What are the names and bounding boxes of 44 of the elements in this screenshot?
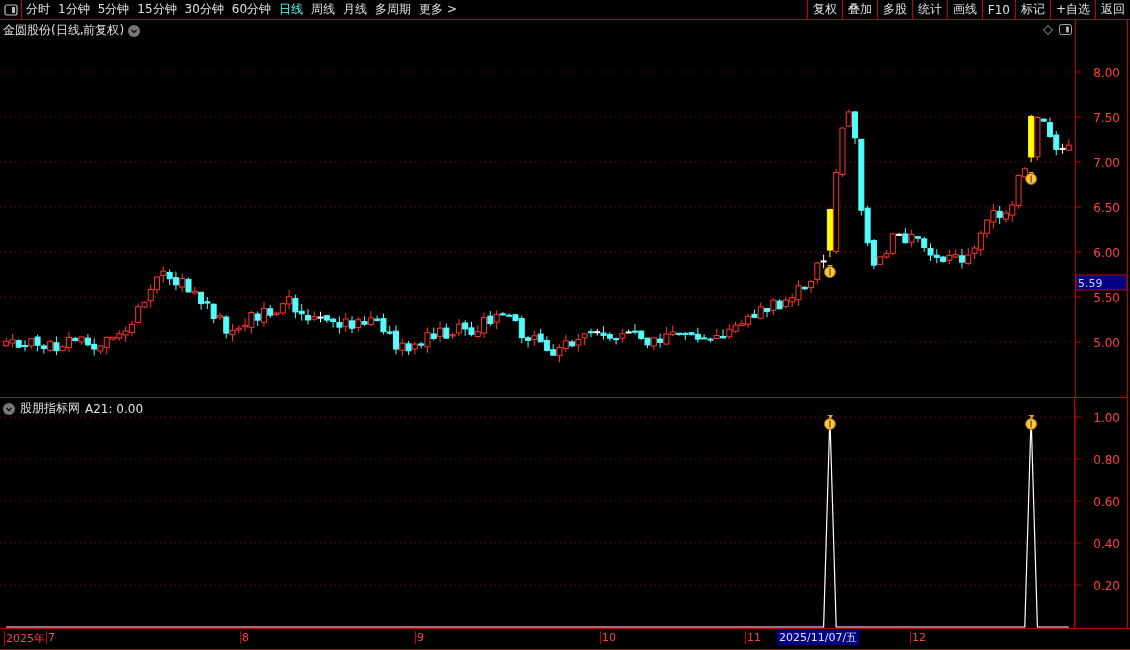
dropdown-icon[interactable] [3, 402, 15, 415]
current-price: 5.59 [1078, 277, 1103, 290]
axis-label: 1.00 [1093, 411, 1120, 425]
price-label: 7.00 [1093, 156, 1120, 170]
diamond-icon[interactable] [1043, 25, 1053, 35]
period-tab[interactable]: 月线 [339, 0, 372, 19]
period-tab[interactable]: 分时 [22, 0, 54, 19]
date-label: 7 [46, 631, 55, 644]
axis-label: 0.40 [1093, 537, 1120, 551]
money-bag-icon [1025, 415, 1038, 430]
period-tab[interactable]: 更多 > [415, 0, 461, 19]
panel-toggle-icon[interactable] [1059, 24, 1072, 35]
period-tab[interactable]: 周线 [307, 0, 340, 19]
current-price-marker [1075, 274, 1128, 291]
money-bag-icon [823, 415, 836, 430]
price-label: 6.00 [1093, 246, 1120, 260]
indicator-reading: : 0.00 [108, 401, 144, 416]
axis-label: 0.60 [1093, 495, 1120, 509]
axis-label: 0.20 [1093, 579, 1120, 593]
period-tab[interactable]: 30分钟 [180, 0, 228, 19]
period-tab[interactable]: 多周期 [371, 0, 416, 19]
price-label: 5.50 [1093, 291, 1120, 305]
date-label: 10 [600, 631, 616, 644]
price-label: 6.50 [1093, 201, 1120, 215]
date-label: 9 [415, 631, 424, 644]
period-tab[interactable]: 15分钟 [133, 0, 181, 19]
price-label: 5.00 [1093, 336, 1120, 350]
axis-label: 0.80 [1093, 453, 1120, 467]
indicator-name: 股朋指标网 [20, 400, 80, 417]
period-tab[interactable]: 60分钟 [227, 0, 276, 19]
period-tab[interactable]: 1分钟 [54, 0, 94, 19]
money-bag-icon [1025, 171, 1038, 185]
date-label: 12 [910, 631, 926, 644]
price-label: 8.00 [1093, 66, 1120, 80]
dropdown-icon[interactable] [128, 24, 141, 37]
price-label: 7.50 [1093, 111, 1120, 125]
date-label: 11 [745, 631, 761, 644]
chart-title: 金圆股份(日线,前复权) [3, 22, 125, 39]
money-bag-icon [823, 265, 836, 278]
cursor-date: 2025/11/07/五 [777, 630, 860, 645]
date-label: 8 [240, 631, 249, 644]
period-tab[interactable]: 5分钟 [93, 0, 134, 19]
date-label: 2025年 [4, 631, 45, 646]
period-tab[interactable]: 日线 [275, 0, 308, 19]
